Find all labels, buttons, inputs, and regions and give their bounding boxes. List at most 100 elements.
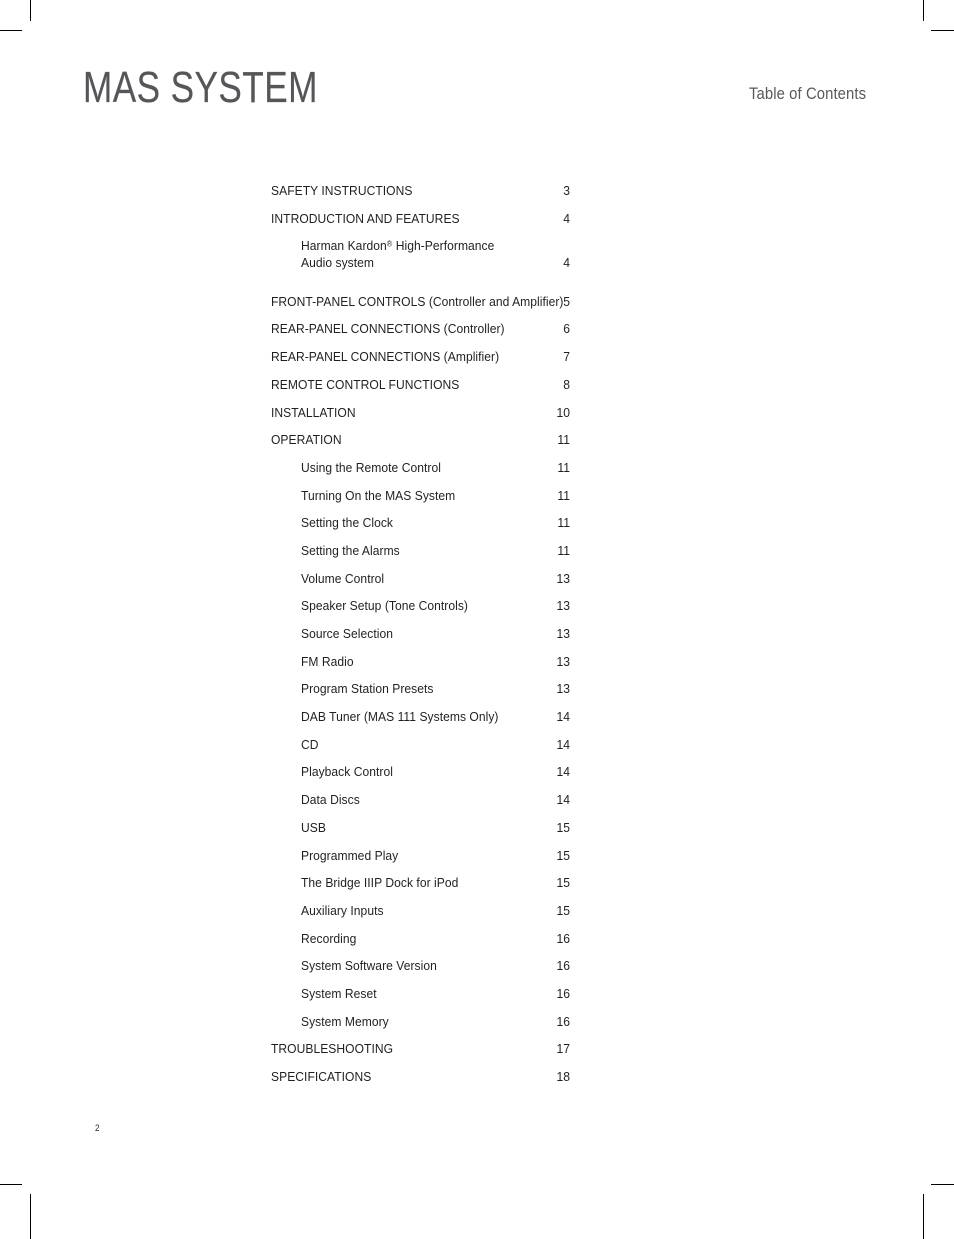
toc-entry[interactable]: Program Station Presets 13 xyxy=(271,681,570,709)
toc-entry-page-number: 11 xyxy=(557,515,570,531)
toc-entry-label: INTRODUCTION AND FEATURES xyxy=(271,210,460,226)
crop-mark-top-left-horizontal xyxy=(0,30,22,31)
toc-entry-page-number: 13 xyxy=(556,653,570,669)
toc-entry[interactable]: Setting the Alarms 11 xyxy=(271,543,570,571)
toc-entry[interactable]: Using the Remote Control 11 xyxy=(271,460,570,488)
toc-entry-page-number: 8 xyxy=(563,376,570,392)
toc-entry[interactable]: Playback Control 14 xyxy=(271,764,570,792)
toc-entry[interactable]: Data Discs 14 xyxy=(271,792,570,820)
toc-entry-label: DAB Tuner (MAS 111 Systems Only) xyxy=(301,709,499,725)
toc-entry-label: Source Selection xyxy=(301,626,393,642)
toc-entry-label: TROUBLESHOOTING xyxy=(271,1041,394,1057)
toc-entry-label: Turning On the MAS System xyxy=(301,487,456,503)
toc-entry-page-number: 16 xyxy=(556,1013,570,1029)
toc-entry-label: SPECIFICATIONS xyxy=(271,1069,372,1085)
toc-entry[interactable]: Programmed Play 15 xyxy=(271,848,570,876)
toc-entry[interactable]: Volume Control 13 xyxy=(271,571,570,599)
toc-entry[interactable]: DAB Tuner (MAS 111 Systems Only) 14 xyxy=(271,709,570,737)
toc-entry[interactable]: Source Selection 13 xyxy=(271,626,570,654)
toc-entry-label: CD xyxy=(301,736,319,752)
toc-entry[interactable]: REMOTE CONTROL FUNCTIONS 8 xyxy=(271,377,570,405)
crop-mark-bottom-right-vertical xyxy=(923,1194,924,1239)
toc-entry[interactable]: Setting the Clock 11 xyxy=(271,515,570,543)
toc-entry[interactable]: Recording 16 xyxy=(271,931,570,959)
toc-entry-page-number: 15 xyxy=(556,847,570,863)
toc-entry-page-number: 13 xyxy=(556,681,570,697)
folio-page-number: 2 xyxy=(95,1123,100,1133)
toc-entry-label: REAR-PANEL CONNECTIONS (Amplifier) xyxy=(271,349,500,365)
toc-entry[interactable]: SPECIFICATIONS 18 xyxy=(271,1069,570,1097)
brand-title: MAS SYSTEM xyxy=(83,63,318,112)
toc-entry-page-number: 16 xyxy=(556,985,570,1001)
toc-entry-page-number: 3 xyxy=(563,183,570,198)
toc-entry-label: System Memory xyxy=(301,1013,389,1029)
toc-entry-page-number: 6 xyxy=(563,321,570,337)
toc-entry[interactable]: Turning On the MAS System 11 xyxy=(271,488,570,516)
toc-entry-page-number: 4 xyxy=(563,254,570,270)
document-page: MAS SYSTEM Table of Contents SAFETY INST… xyxy=(0,0,954,1239)
toc-entry-page-number: 10 xyxy=(556,404,570,420)
toc-entry-page-number: 7 xyxy=(563,349,570,365)
toc-entry-label: Setting the Clock xyxy=(301,515,394,531)
toc-entry[interactable]: TROUBLESHOOTING 17 xyxy=(271,1041,570,1069)
crop-mark-top-right-horizontal xyxy=(931,30,954,31)
crop-mark-bottom-left-vertical xyxy=(30,1194,31,1239)
toc-entry-label: Recording xyxy=(301,930,357,946)
toc-entry-page-number: 16 xyxy=(556,958,570,974)
toc-entry[interactable]: System Reset 16 xyxy=(271,986,570,1014)
toc-entry-label: SAFETY INSTRUCTIONS xyxy=(271,183,413,198)
toc-entry-label: INSTALLATION xyxy=(271,404,356,420)
toc-entry[interactable]: Speaker Setup (Tone Controls) 13 xyxy=(271,598,570,626)
toc-entry-page-number: 5 xyxy=(563,293,570,309)
toc-entry-page-number: 11 xyxy=(557,542,570,558)
toc-entry-page-number: 14 xyxy=(556,792,570,808)
toc-entry[interactable]: INSTALLATION 10 xyxy=(271,405,570,433)
crop-mark-bottom-right-horizontal xyxy=(931,1184,954,1185)
toc-entry-label: USB xyxy=(301,819,326,835)
toc-entry-label: System Reset xyxy=(301,985,377,1001)
toc-entry-label: REAR-PANEL CONNECTIONS (Controller) xyxy=(271,321,505,337)
toc-entry-label: Programmed Play xyxy=(301,847,399,863)
toc-entry[interactable]: REAR-PANEL CONNECTIONS (Amplifier) 7 xyxy=(271,349,570,377)
toc-entry-label: REMOTE CONTROL FUNCTIONS xyxy=(271,376,460,392)
toc-entry-page-number: 14 xyxy=(556,764,570,780)
page-title: Table of Contents xyxy=(748,85,866,103)
toc-entry-label: Auxiliary Inputs xyxy=(301,902,384,918)
toc-entry-page-number: 18 xyxy=(556,1069,570,1085)
toc-entry[interactable]: CD 14 xyxy=(271,737,570,765)
toc-entry-label: Using the Remote Control xyxy=(301,459,441,475)
toc-entry-page-number: 15 xyxy=(556,902,570,918)
table-of-contents: SAFETY INSTRUCTIONS 3 INTRODUCTION AND FEA… xyxy=(271,183,570,1097)
toc-entry[interactable]: INTRODUCTION AND FEATURES 4 xyxy=(271,211,570,239)
toc-entry-page-number: 13 xyxy=(556,626,570,642)
crop-mark-bottom-left-horizontal xyxy=(0,1184,22,1185)
crop-mark-top-left-vertical xyxy=(30,0,31,21)
toc-entry[interactable]: System Software Version 16 xyxy=(271,958,570,986)
toc-entry-page-number: 17 xyxy=(556,1041,570,1057)
toc-entry[interactable]: SAFETY INSTRUCTIONS 3 xyxy=(271,183,570,211)
crop-mark-top-right-vertical xyxy=(923,0,924,21)
toc-entry-label: Speaker Setup (Tone Controls) xyxy=(301,598,469,614)
toc-entry-page-number: 11 xyxy=(557,432,570,448)
toc-entry[interactable]: USB 15 xyxy=(271,820,570,848)
toc-entry[interactable]: REAR-PANEL CONNECTIONS (Controller) 6 xyxy=(271,321,570,349)
toc-entry[interactable]: Harman Kardon® High-Performance Audio sys… xyxy=(271,238,570,293)
toc-entry-label: OPERATION xyxy=(271,432,342,448)
toc-entry-label: FRONT-PANEL CONTROLS (Controller and Amp… xyxy=(271,293,564,309)
toc-entry-label: Data Discs xyxy=(301,792,360,808)
toc-entry-label: Setting the Alarms xyxy=(301,542,400,558)
toc-entry[interactable]: FM Radio 13 xyxy=(271,654,570,682)
toc-entry-page-number: 16 xyxy=(556,930,570,946)
toc-entry-page-number: 15 xyxy=(556,819,570,835)
toc-entry[interactable]: Auxiliary Inputs 15 xyxy=(271,903,570,931)
toc-entry[interactable]: OPERATION 11 xyxy=(271,432,570,460)
toc-entry-page-number: 14 xyxy=(556,736,570,752)
toc-entry[interactable]: System Memory 16 xyxy=(271,1014,570,1042)
toc-entry-page-number: 4 xyxy=(563,210,570,226)
toc-entry-label: Harman Kardon® High-Performance Audio sys… xyxy=(301,238,495,270)
toc-entry-label: The Bridge IIIP Dock for iPod xyxy=(301,875,459,891)
toc-entry-label: Volume Control xyxy=(301,570,385,586)
toc-entry[interactable]: FRONT-PANEL CONTROLS (Controller and Amp… xyxy=(271,294,570,322)
toc-entry-page-number: 14 xyxy=(556,709,570,725)
toc-entry[interactable]: The Bridge IIIP Dock for iPod 15 xyxy=(271,875,570,903)
